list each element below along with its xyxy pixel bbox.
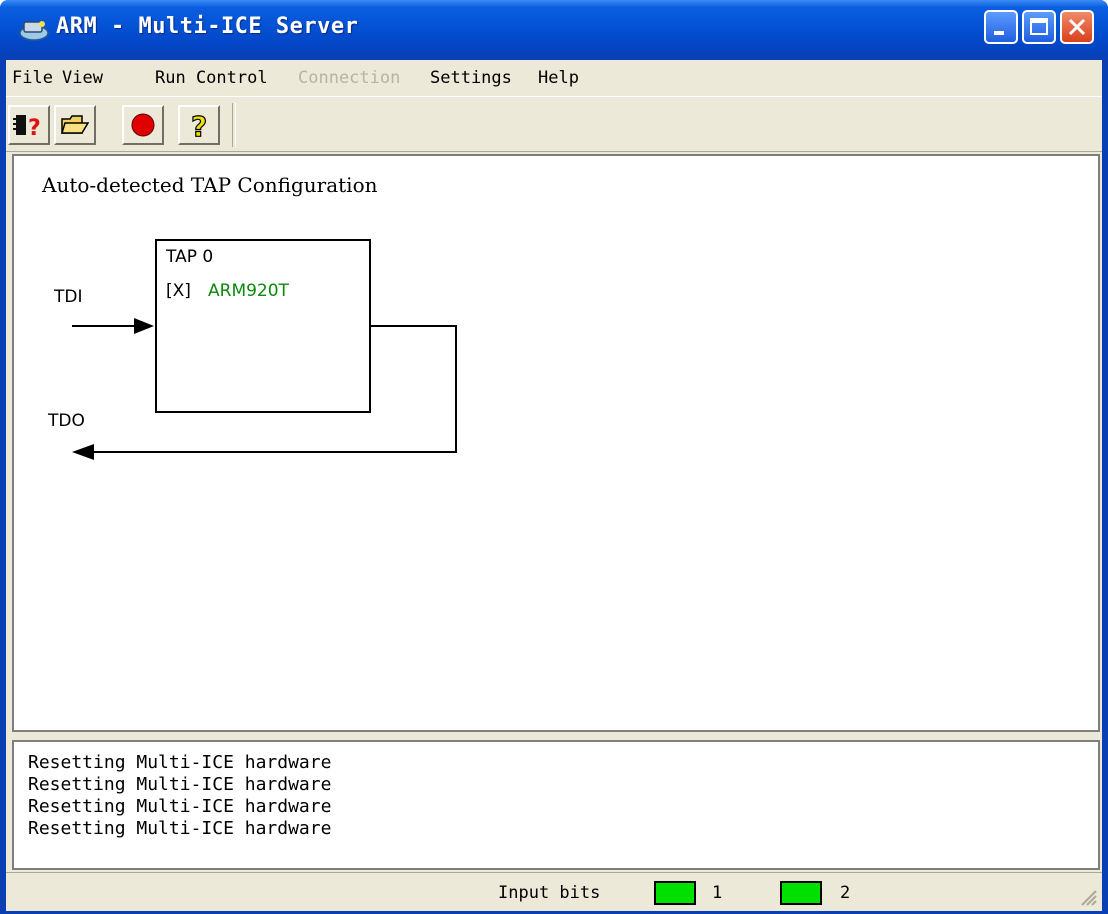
open-button[interactable] xyxy=(54,105,96,145)
status-bar: Input bits 1 2 xyxy=(6,872,1102,911)
log-line: Resetting Multi-ICE hardware xyxy=(28,796,332,817)
help-icon: ? xyxy=(190,109,207,143)
tap-device-checkbox[interactable]: [X] xyxy=(166,281,191,301)
tap-name: TAP 0 xyxy=(165,247,213,267)
tdo-arrowhead xyxy=(72,444,94,460)
close-button[interactable] xyxy=(1060,10,1094,44)
record-icon xyxy=(131,113,155,137)
svg-text:?: ? xyxy=(28,116,41,141)
tdo-label: TDO xyxy=(47,411,85,431)
menu-bar: File View Run Control Connection Setting… xyxy=(6,60,1102,96)
toolbar-separator xyxy=(232,103,236,147)
multi-ice-app-icon[interactable] xyxy=(18,16,50,42)
tap-diagram-pane: Auto-detected TAP Configuration TAP 0 [X… xyxy=(12,154,1100,732)
input-bits-label: Input bits xyxy=(498,883,601,903)
log-line: Resetting Multi-ICE hardware xyxy=(28,818,332,839)
client-area: File View Run Control Connection Setting… xyxy=(6,60,1102,911)
svg-text:?: ? xyxy=(191,110,207,143)
input-bit-2-indicator xyxy=(780,881,822,905)
title-bar[interactable]: ARM - Multi-ICE Server xyxy=(0,0,1108,60)
toolbar: ? ? xyxy=(6,96,1102,152)
log-line: Resetting Multi-ICE hardware xyxy=(28,752,332,773)
tdi-arrowhead xyxy=(134,318,154,334)
menu-view[interactable]: View xyxy=(62,68,103,88)
maximize-button[interactable] xyxy=(1022,10,1056,44)
tdi-label: TDI xyxy=(53,287,83,307)
autoconfigure-icon: ? xyxy=(13,115,41,141)
record-button[interactable] xyxy=(122,105,164,145)
open-folder-icon xyxy=(60,115,90,134)
log-line: Resetting Multi-ICE hardware xyxy=(28,774,332,795)
log-pane[interactable]: Resetting Multi-ICE hardware Resetting M… xyxy=(12,740,1100,870)
help-button[interactable]: ? xyxy=(178,105,220,145)
autoconfigure-button[interactable]: ? xyxy=(8,105,50,145)
menu-connection[interactable]: Connection xyxy=(298,68,400,88)
resize-grip-icon[interactable] xyxy=(1076,885,1098,907)
diagram-heading: Auto-detected TAP Configuration xyxy=(41,173,378,197)
tap-diagram: Auto-detected TAP Configuration TAP 0 [X… xyxy=(41,173,457,460)
input-bit-2-label: 2 xyxy=(840,883,851,903)
app-window: ARM - Multi-ICE Server File View Run Con… xyxy=(0,0,1108,914)
input-bit-1-indicator xyxy=(654,881,696,905)
menu-run-control[interactable]: Run Control xyxy=(155,68,268,88)
menu-help[interactable]: Help xyxy=(538,68,579,88)
minimize-button[interactable] xyxy=(984,10,1018,44)
close-icon xyxy=(1068,18,1086,36)
window-title: ARM - Multi-ICE Server xyxy=(56,14,359,39)
tap-device-name[interactable]: ARM920T xyxy=(208,281,290,301)
menu-settings[interactable]: Settings xyxy=(430,68,512,88)
minimize-icon xyxy=(994,31,1004,35)
menu-file[interactable]: File xyxy=(12,68,53,88)
input-bit-1-label: 1 xyxy=(712,883,723,903)
maximize-icon xyxy=(1030,18,1048,35)
